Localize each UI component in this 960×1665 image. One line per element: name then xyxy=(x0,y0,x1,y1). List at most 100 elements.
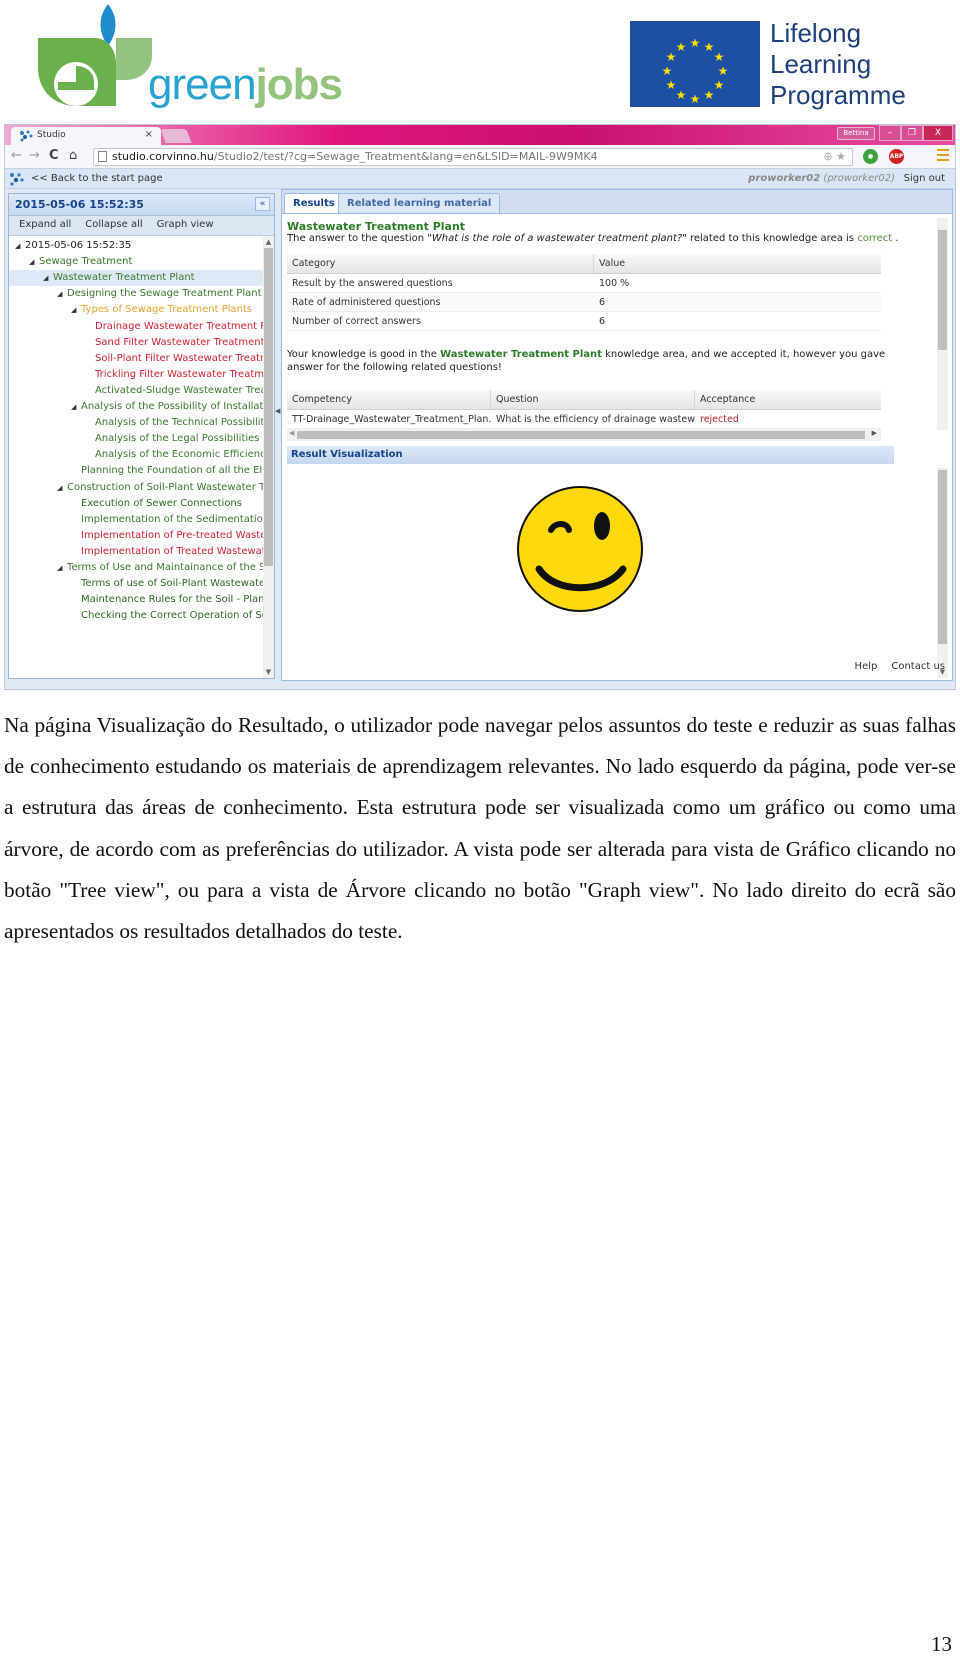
horizontal-scroll-thumb[interactable] xyxy=(297,431,865,439)
tree-item[interactable]: ◢ Analysis of the Possibility of Installa… xyxy=(9,399,274,415)
results-scrollbar[interactable] xyxy=(937,218,948,430)
knowledge-area: Wastewater Treatment Plant xyxy=(440,349,602,360)
collapse-all-button[interactable]: Collapse all xyxy=(85,219,142,235)
visualization-scroll-thumb[interactable] xyxy=(938,470,947,644)
maximize-button[interactable]: ❐ xyxy=(901,125,923,141)
back-arrow-icon[interactable]: ← xyxy=(11,148,22,163)
minimize-button[interactable]: – xyxy=(879,125,901,141)
tree-item[interactable]: Implementation of Treated Wastewater R..… xyxy=(9,544,274,560)
expand-triangle-icon[interactable]: ◢ xyxy=(71,399,81,415)
tree-item[interactable]: Checking the Correct Operation of Soil-P… xyxy=(9,608,274,624)
tree-item[interactable]: Drainage Wastewater Treatment Plant xyxy=(9,319,274,335)
user-name: proworker02 (proworker02) xyxy=(748,173,895,184)
profile-button[interactable]: Bettina xyxy=(837,127,875,140)
svg-text:★: ★ xyxy=(714,50,725,64)
tree-item[interactable]: Activated-Sludge Wastewater Treatment Pl… xyxy=(9,383,274,399)
new-tab-button[interactable] xyxy=(160,129,192,143)
tree-item[interactable]: Implementation of Pre-treated Wastewater xyxy=(9,528,274,544)
extension-green-icon[interactable]: ● xyxy=(863,149,878,164)
tree-item[interactable]: Soil-Plant Filter Wastewater Treatment P… xyxy=(9,351,274,367)
zoom-icon[interactable]: ⊕ xyxy=(823,150,832,163)
results-scroll-thumb[interactable] xyxy=(938,230,947,350)
column-header-competency[interactable]: Competency xyxy=(287,390,491,410)
expand-triangle-icon[interactable]: ◢ xyxy=(57,286,67,302)
tree-item[interactable]: Sand Filter Wastewater Treatment Plant xyxy=(9,335,274,351)
close-window-button[interactable]: X xyxy=(923,125,953,141)
splitter-arrow-icon[interactable]: ◀ xyxy=(275,407,280,415)
result-heading: Wastewater Treatment Plant xyxy=(287,220,466,233)
browser-tab[interactable]: Studio × xyxy=(11,127,161,145)
app-screenshot: Studio × Bettina – ❐ X ← → C ⌂ studio.co… xyxy=(4,124,956,690)
tree-item[interactable]: Execution of Sewer Connections xyxy=(9,496,264,512)
forward-arrow-icon[interactable]: → xyxy=(29,148,40,163)
close-tab-icon[interactable]: × xyxy=(145,129,153,140)
reload-icon[interactable]: C xyxy=(49,148,59,163)
tree-item[interactable]: ◢Terms of Use and Maintainance of the So… xyxy=(9,560,274,576)
help-link[interactable]: Help xyxy=(855,661,878,672)
tree-item[interactable]: Planning the Foundation of all the Eleme… xyxy=(9,463,274,479)
tree-scroll-thumb[interactable] xyxy=(264,248,273,566)
tree-item[interactable]: Analysis of the Economic Efficiency of L xyxy=(9,447,274,463)
tab-related-learning-material[interactable]: Related learning material xyxy=(338,193,501,214)
logo-jobs-text: jobs xyxy=(255,60,343,109)
expand-triangle-icon[interactable]: ◢ xyxy=(43,270,53,286)
svg-text:★: ★ xyxy=(690,92,701,106)
tree-item[interactable]: Trickling Filter Wastewater Treatment Pl… xyxy=(9,367,274,383)
graph-view-button[interactable]: Graph view xyxy=(157,219,214,235)
scroll-up-icon[interactable]: ▲ xyxy=(263,238,274,246)
tree-item[interactable]: ◢Construction of Soil-Plant Wastewater T… xyxy=(9,480,274,496)
url-input[interactable]: studio.corvinno.hu/Studio2/test/?cg=Sewa… xyxy=(93,148,853,166)
column-header-acceptance[interactable]: Acceptance xyxy=(695,390,881,410)
tree-item[interactable]: Implementation of the Sedimentation Tank xyxy=(9,512,274,528)
lifelong-learning-logo: ★ ★ ★ ★ ★ ★ ★ ★ ★ ★ ★ ★ Lifelong Learning Progra… xyxy=(630,18,930,113)
tree-item[interactable]: Analysis of the Technical Possibilities … xyxy=(9,415,274,431)
tree-item[interactable]: Terms of use of Soil-Plant Wastewater Tr… xyxy=(9,576,274,592)
svg-text:★: ★ xyxy=(662,64,673,78)
tab-results[interactable]: Results xyxy=(284,193,344,214)
contact-us-link[interactable]: Contact us xyxy=(891,661,945,672)
answer-status: correct xyxy=(857,233,893,244)
visualization-scrollbar[interactable]: ▼ xyxy=(937,468,948,678)
svg-text:★: ★ xyxy=(718,64,729,78)
tree-item[interactable]: ◢ Types of Sewage Treatment Plants xyxy=(9,302,264,318)
scroll-right-icon[interactable]: ▶ xyxy=(872,429,877,437)
table-row: Result by the answered questions 100 % xyxy=(287,274,881,293)
knowledge-middle: knowledge area, and we accepted it, howe… xyxy=(601,349,887,360)
tree-toolbar: Expand all Collapse all Graph view xyxy=(9,216,274,236)
tree-item[interactable]: ◢ Designing the Sewage Treatment Plant xyxy=(9,286,264,302)
adblock-icon[interactable]: ABP xyxy=(889,149,904,164)
bookmark-star-icon[interactable]: ★ xyxy=(836,150,846,163)
column-header-value[interactable]: Value xyxy=(594,254,881,274)
horizontal-scrollbar[interactable]: ◀ ▶ xyxy=(287,429,881,441)
expand-triangle-icon[interactable]: ◢ xyxy=(57,480,67,496)
tree-item-label: Terms of use of Soil-Plant Wastewater Tr… xyxy=(81,578,274,590)
expand-triangle-icon[interactable]: ◢ xyxy=(15,238,25,254)
scroll-down-icon[interactable]: ▼ xyxy=(263,668,274,676)
expand-triangle-icon[interactable]: ◢ xyxy=(71,302,81,318)
tree-item[interactable]: Analysis of the Legal Possibilities of I… xyxy=(9,431,274,447)
collapse-panel-icon[interactable]: « xyxy=(255,197,270,211)
footer-links: Help Contact us xyxy=(855,661,945,672)
page-number: 13 xyxy=(931,1632,952,1656)
expand-triangle-icon[interactable]: ◢ xyxy=(29,254,39,270)
tree-item[interactable]: Maintenance Rules for the Soil - Plant W… xyxy=(9,592,274,608)
back-to-start-link[interactable]: << Back to the start page xyxy=(31,173,163,184)
results-tabs: Results Related learning material xyxy=(281,189,953,214)
tree-item[interactable]: ◢ Sewage Treatment xyxy=(9,254,264,270)
tree-item-label: Trickling Filter Wastewater Treatment Pl… xyxy=(95,368,274,380)
tree-item[interactable]: ◢ 2015-05-06 15:52:35 xyxy=(9,238,264,254)
sign-out-link[interactable]: Sign out xyxy=(904,173,945,184)
menu-icon[interactable] xyxy=(937,149,949,163)
studio-favicon-icon xyxy=(20,130,33,142)
home-icon[interactable]: ⌂ xyxy=(69,148,77,163)
scroll-left-icon[interactable]: ◀ xyxy=(289,429,294,437)
expand-triangle-icon[interactable]: ◢ xyxy=(57,560,67,576)
column-header-category[interactable]: Category xyxy=(287,254,594,274)
address-bar-row: ← → C ⌂ studio.corvinno.hu/Studio2/test/… xyxy=(5,145,955,169)
results-panel: Results Related learning material Wastew… xyxy=(281,189,953,681)
expand-all-button[interactable]: Expand all xyxy=(19,219,71,235)
acceptance-status: rejected xyxy=(700,414,739,425)
tree-item[interactable]: ◢ Wastewater Treatment Plant xyxy=(9,270,264,287)
column-header-question[interactable]: Question xyxy=(491,390,695,410)
tree-scrollbar[interactable]: ▲ ▼ xyxy=(263,236,274,678)
